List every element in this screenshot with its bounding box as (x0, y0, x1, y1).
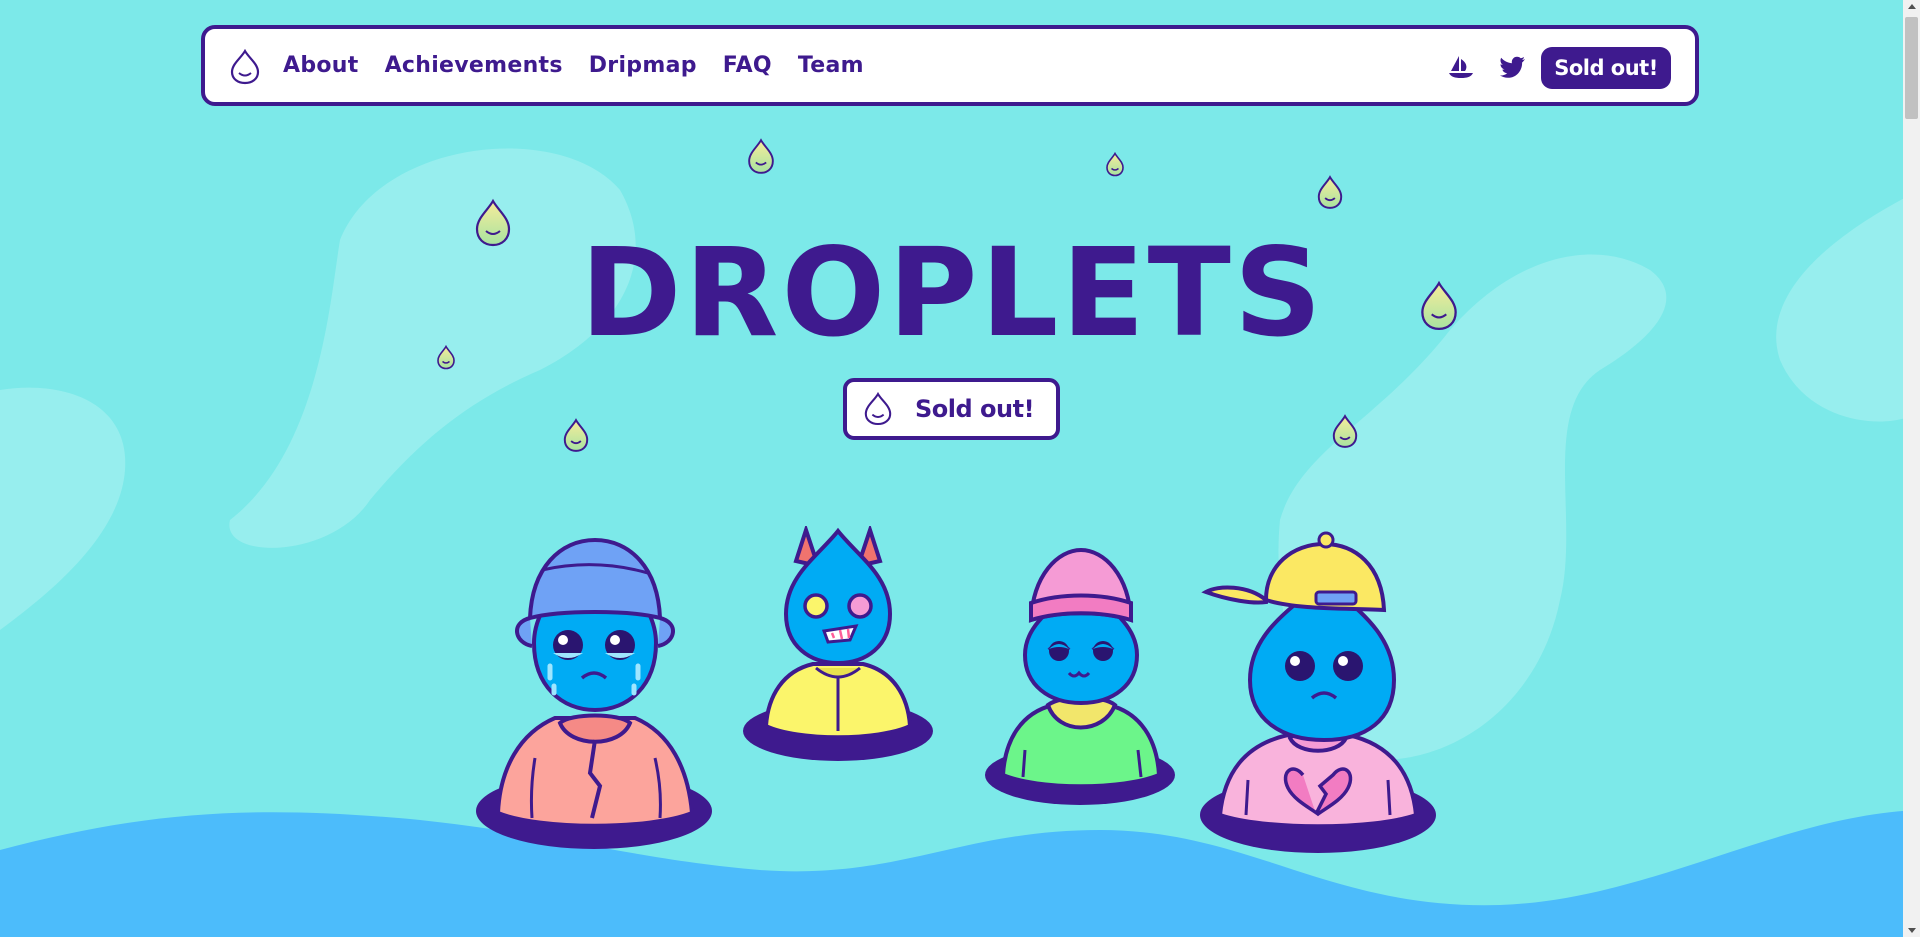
droplet-character-cap (1200, 531, 1436, 853)
droplet-character-devil (743, 526, 933, 761)
scrollbar-thumb[interactable] (1905, 17, 1918, 119)
scroll-up-arrow-icon[interactable] (1908, 4, 1916, 9)
vertical-scrollbar[interactable] (1903, 0, 1920, 937)
droplet-character-bucket-hat (476, 537, 712, 849)
scroll-down-arrow-icon[interactable] (1908, 928, 1916, 933)
bottom-wave (0, 810, 1920, 937)
droplet-character-beanie (985, 547, 1175, 805)
